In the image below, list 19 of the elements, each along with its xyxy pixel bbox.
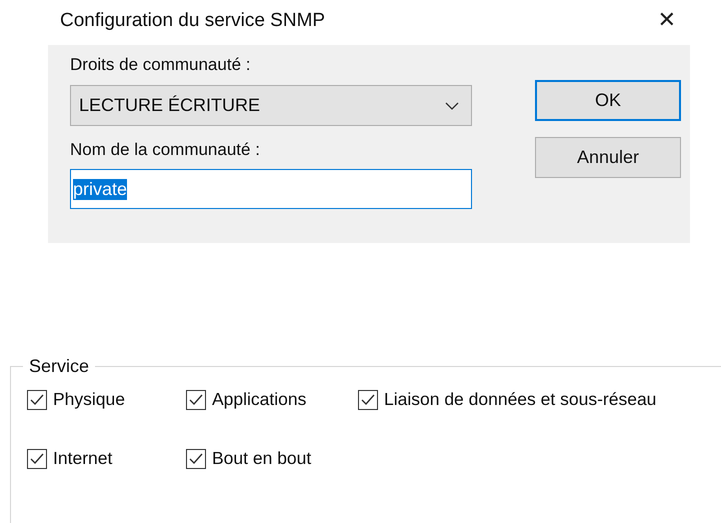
close-button[interactable]: ✕: [654, 8, 680, 33]
checkbox-label: Bout en bout: [212, 448, 312, 469]
checkbox-label: Internet: [53, 448, 112, 469]
window-title: Configuration du service SNMP: [60, 10, 326, 32]
field-label: Droits de communauté :: [70, 54, 250, 76]
dropdown-field[interactable]: LECTURE ÉCRITURE: [70, 85, 472, 126]
checkbox-label: Liaison de données et sous-réseau: [384, 389, 656, 410]
field-label: Nom de la communauté :: [70, 139, 260, 161]
ok-button[interactable]: OK: [535, 80, 681, 121]
checkbox-label: Applications: [212, 389, 306, 410]
checkbox[interactable]: [27, 390, 47, 410]
checkbox[interactable]: [186, 448, 206, 468]
caret-icon: [445, 102, 459, 110]
input-field[interactable]: private: [70, 169, 472, 209]
checkbox[interactable]: [186, 390, 206, 410]
cancel-button[interactable]: Annuler: [535, 137, 681, 178]
checkbox[interactable]: [358, 390, 378, 410]
checkbox-label: Physique: [53, 389, 125, 410]
checkbox[interactable]: [27, 448, 47, 468]
